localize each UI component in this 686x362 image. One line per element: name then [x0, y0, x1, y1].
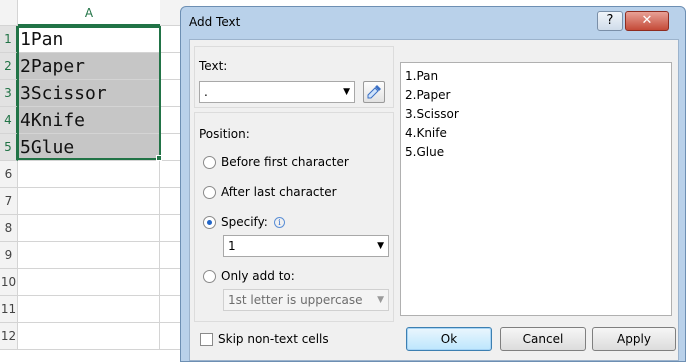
specify-radio[interactable]	[203, 216, 216, 229]
text-group: Text: . ▼	[194, 46, 394, 108]
only-add-to-radio[interactable]	[203, 270, 216, 283]
dropdown-arrow-icon[interactable]: ▼	[343, 82, 350, 102]
cell-a3[interactable]: 3Scissor	[18, 80, 160, 107]
row-header-6[interactable]: 6	[0, 161, 18, 188]
dropdown-arrow-icon[interactable]: ▼	[377, 236, 384, 256]
fill-handle[interactable]	[156, 155, 162, 161]
list-item: 1.Pan	[405, 69, 439, 83]
help-button[interactable]: ?	[597, 11, 623, 31]
dialog-title: Add Text	[189, 15, 241, 29]
position-group: Position: Before first character After l…	[194, 112, 394, 322]
specify-label[interactable]: Specify:	[221, 215, 268, 229]
position-label: Position:	[199, 127, 250, 141]
text-combobox-value: .	[204, 85, 208, 99]
skip-non-text-label[interactable]: Skip non-text cells	[218, 332, 329, 346]
text-combobox[interactable]: . ▼	[199, 81, 355, 103]
only-add-to-label[interactable]: Only add to:	[221, 269, 295, 283]
preview-list: 1.Pan 2.Paper 3.Scissor 4.Knife 5.Glue	[400, 62, 672, 316]
close-button[interactable]: ✕	[625, 11, 669, 31]
add-text-dialog: Add Text ? ✕ Text: . ▼ Position: Before …	[180, 6, 686, 362]
cell-a8[interactable]	[18, 215, 160, 242]
row-header-11[interactable]: 11	[0, 296, 18, 323]
cell-a11[interactable]	[18, 296, 160, 323]
dropdown-arrow-icon[interactable]: ▼	[377, 290, 384, 310]
ok-button[interactable]: Ok	[406, 327, 492, 351]
before-first-label[interactable]: Before first character	[221, 155, 349, 169]
list-item: 2.Paper	[405, 88, 451, 102]
select-all-corner[interactable]	[0, 0, 18, 26]
specify-combobox-value: 1	[228, 239, 236, 253]
row-header-2[interactable]: 2	[0, 53, 18, 80]
row-header-8[interactable]: 8	[0, 215, 18, 242]
cell-a12[interactable]	[18, 323, 160, 350]
cell-a2[interactable]: 2Paper	[18, 53, 160, 80]
specify-combobox[interactable]: 1 ▼	[223, 235, 389, 257]
list-item: 5.Glue	[405, 145, 445, 159]
info-icon[interactable]: i	[274, 217, 285, 228]
row-header-3[interactable]: 3	[0, 80, 18, 107]
dialog-body: Text: . ▼ Position: Before first charact…	[189, 39, 679, 361]
only-add-to-combobox-value: 1st letter is uppercase	[228, 293, 363, 307]
cell-a6[interactable]	[18, 161, 160, 188]
eyedropper-icon	[367, 85, 381, 99]
before-first-radio[interactable]	[203, 156, 216, 169]
after-last-label[interactable]: After last character	[221, 185, 337, 199]
apply-button[interactable]: Apply	[592, 327, 676, 351]
text-label: Text:	[199, 59, 228, 73]
row-header-12[interactable]: 12	[0, 323, 18, 350]
after-last-radio[interactable]	[203, 186, 216, 199]
list-item: 4.Knife	[405, 126, 447, 140]
cell-a4[interactable]: 4Knife	[18, 107, 160, 134]
list-item: 3.Scissor	[405, 107, 459, 121]
skip-non-text-checkbox[interactable]	[200, 333, 213, 346]
spreadsheet: A 1 2 3 4 5 6 7 8 9 10 11 12 1Pan 2Paper…	[0, 0, 190, 362]
dialog-titlebar[interactable]: Add Text ? ✕	[181, 7, 685, 37]
row-header-7[interactable]: 7	[0, 188, 18, 215]
cell-a7[interactable]	[18, 188, 160, 215]
row-header-9[interactable]: 9	[0, 242, 18, 269]
cancel-button[interactable]: Cancel	[500, 327, 586, 351]
cell-a1[interactable]: 1Pan	[18, 26, 160, 53]
cell-a5[interactable]: 5Glue	[18, 134, 160, 161]
row-header-1[interactable]: 1	[0, 26, 18, 53]
row-header-10[interactable]: 10	[0, 269, 18, 296]
row-header-4[interactable]: 4	[0, 107, 18, 134]
row-header-5[interactable]: 5	[0, 134, 18, 161]
column-header-a[interactable]: A	[18, 0, 160, 26]
eyedropper-button[interactable]	[363, 81, 385, 103]
only-add-to-combobox[interactable]: 1st letter is uppercase ▼	[223, 289, 389, 311]
cell-a10[interactable]	[18, 269, 160, 296]
cell-a9[interactable]	[18, 242, 160, 269]
